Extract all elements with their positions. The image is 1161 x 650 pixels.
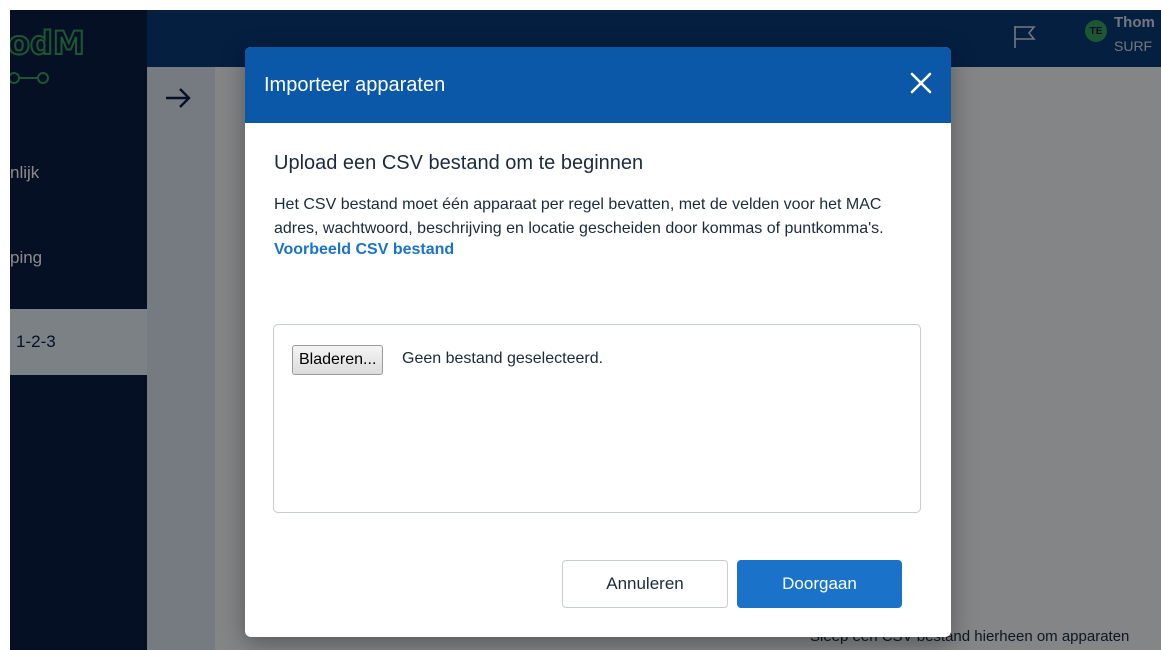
dialog-body: Upload een CSV bestand om te beginnen He…	[245, 123, 951, 259]
file-drop-area[interactable]: Bladeren... Geen bestand geselecteerd.	[273, 324, 921, 513]
cancel-button[interactable]: Annuleren	[562, 560, 728, 608]
dialog-heading: Upload een CSV bestand om te beginnen	[274, 152, 644, 174]
file-status: Geen bestand geselecteerd.	[402, 350, 604, 367]
example-csv-link[interactable]: Voorbeeld CSV bestand	[274, 241, 454, 259]
dialog-description: Het CSV bestand moet één apparaat per re…	[274, 196, 884, 237]
dialog-header: Importeer apparaten	[245, 47, 951, 123]
import-devices-dialog: Importeer apparaten Upload een CSV besta…	[245, 47, 951, 637]
browse-button[interactable]: Bladeren...	[292, 345, 384, 375]
dialog-title: Importeer apparaten	[264, 73, 446, 96]
close-icon[interactable]	[909, 71, 933, 95]
continue-button[interactable]: Doorgaan	[737, 560, 902, 608]
